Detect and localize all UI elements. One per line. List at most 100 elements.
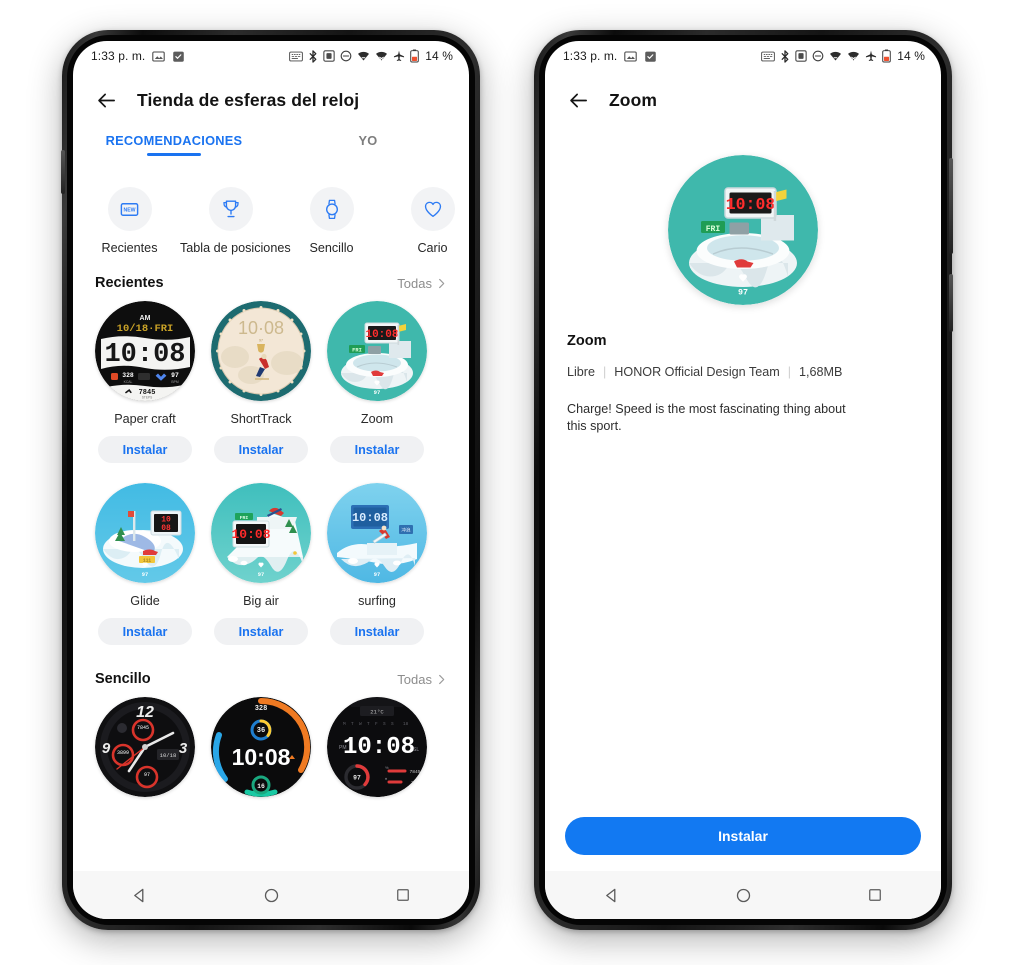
category-recientes[interactable]: NEW Recientes [79, 187, 180, 255]
install-button[interactable]: Instalar [565, 817, 921, 855]
svg-text:10:08: 10:08 [726, 195, 776, 214]
status-bar-left-group: 1:33 p. m. [91, 49, 185, 63]
watchface-card[interactable]: 10 08 111 97 Glide Instalar [87, 483, 203, 645]
svg-text:10/18·FRI: 10/18·FRI [117, 323, 174, 335]
category-cario[interactable]: Cario [382, 187, 469, 255]
svg-text:10:08: 10:08 [365, 329, 398, 341]
category-strip[interactable]: NEW Recientes Tabla de posiciones Sencil… [73, 173, 469, 261]
watchface-card[interactable]: 10:08 FRI 97 [203, 483, 319, 645]
phone-left: 1:33 p. m. 14 % Tienda de esferas del re… [61, 30, 480, 930]
category-label: Tabla de posiciones [180, 241, 291, 255]
watchface-name: Big air [243, 594, 279, 608]
svg-text:FRI: FRI [706, 225, 721, 234]
watchface-preview-zoom[interactable]: 10:08 FRI 97 [327, 301, 427, 401]
detail-price: Libre [567, 365, 596, 379]
svg-text:97: 97 [353, 775, 361, 782]
svg-text:9: 9 [102, 740, 111, 757]
see-all-label: Todas [397, 671, 432, 687]
section-see-all-sencillo[interactable]: Todas [397, 672, 447, 687]
chevron-right-icon [439, 674, 445, 684]
install-button[interactable]: Instalar [98, 436, 192, 463]
install-button[interactable]: Instalar [330, 618, 424, 645]
heart-icon [410, 187, 455, 231]
back-arrow-icon[interactable] [93, 87, 119, 113]
install-button[interactable]: Instalar [98, 618, 192, 645]
screen-left: 1:33 p. m. 14 % Tienda de esferas del re… [73, 41, 469, 919]
watchface-preview-digital-dash[interactable]: 21°C MTW TFS S 18 10:08 PM SL 97 % ♦ 784… [327, 697, 427, 797]
tab-recomendaciones[interactable]: RECOMENDACIONES [77, 129, 271, 148]
home-circle-icon[interactable] [254, 878, 288, 912]
new-badge-icon: NEW [107, 187, 152, 231]
page-title: Tienda de esferas del reloj [137, 89, 360, 110]
category-tabla-de-posiciones[interactable]: Tabla de posiciones [180, 187, 291, 255]
watchface-preview-surfing[interactable]: 10:08 冲浪 97 [327, 483, 427, 583]
install-button[interactable]: Instalar [214, 436, 308, 463]
watchface-row-1: AM 10/18·FRI 10:08 328 KCAL 97 BPM 7845 … [73, 301, 469, 463]
recents-square-icon[interactable] [386, 878, 420, 912]
volume-button-right[interactable] [949, 158, 953, 254]
category-label: Sencillo [309, 241, 354, 255]
dnd-icon [340, 50, 352, 62]
shield-check-icon [644, 50, 657, 63]
svg-text:36: 36 [257, 727, 265, 735]
watchface-card[interactable]: 10·08 97 ShortTrack Instalar [203, 301, 319, 463]
svg-text:97: 97 [258, 572, 264, 578]
watchface-preview-papercraft[interactable]: AM 10/18·FRI 10:08 328 KCAL 97 BPM 7845 … [95, 301, 195, 401]
battery-icon [410, 49, 420, 63]
back-arrow-icon[interactable] [565, 87, 591, 113]
watchface-preview-analog-dark[interactable]: 12 3 9 7845 3899 97 10/18 [95, 697, 195, 797]
watchface-preview-glide[interactable]: 10 08 111 97 [95, 483, 195, 583]
signal-icon [847, 51, 860, 62]
nfc-icon [289, 51, 304, 62]
install-button-wrap: Instalar [545, 817, 941, 871]
svg-text:328: 328 [122, 372, 134, 379]
watchface-card[interactable]: 21°C MTW TFS S 18 10:08 PM SL 97 % ♦ 784… [319, 697, 435, 808]
meta-separator: | [787, 365, 791, 379]
battery-level: 14 % [425, 49, 453, 63]
home-circle-icon[interactable] [726, 878, 760, 912]
watchface-card[interactable]: 10:08 FRI 97 [319, 301, 435, 463]
svg-text:S: S [391, 722, 394, 727]
wifi-icon [829, 51, 842, 62]
power-button-right[interactable] [949, 274, 953, 332]
status-bar-left: 1:33 p. m. 14 % [73, 41, 469, 71]
status-bar-right: 1:33 p. m. 14 % [545, 41, 941, 71]
svg-text:97: 97 [144, 772, 150, 778]
svg-text:97: 97 [738, 288, 748, 298]
watchface-card[interactable]: AM 10/18·FRI 10:08 328 KCAL 97 BPM 7845 … [87, 301, 203, 463]
svg-text:T: T [367, 722, 370, 727]
detail-title: Zoom [567, 333, 607, 349]
watchface-hero-preview-zoom[interactable]: 10:08 FRI 97 [668, 155, 818, 305]
watchface-card[interactable]: 10:08 冲浪 97 surfing Instalar [319, 483, 435, 645]
install-button[interactable]: Instalar [214, 618, 308, 645]
detail-meta: Libre | HONOR Official Design Team | 1,6… [545, 349, 941, 379]
airplane-icon [393, 50, 405, 62]
svg-text:PM: PM [339, 745, 347, 751]
back-triangle-icon[interactable] [594, 878, 628, 912]
watchface-name: Glide [130, 594, 160, 608]
status-bar-right-group: 14 % [289, 49, 453, 63]
watchface-preview-bigair[interactable]: 10:08 FRI 97 [211, 483, 311, 583]
watchface-card[interactable]: 12 3 9 7845 3899 97 10/18 [87, 697, 203, 808]
svg-text:3: 3 [179, 740, 188, 757]
svg-text:S: S [383, 722, 386, 727]
watchface-preview-shorttrack[interactable]: 10·08 97 [211, 301, 311, 401]
watchface-row-3: 12 3 9 7845 3899 97 10/18 328 36 10:08 1… [73, 697, 469, 808]
recents-square-icon[interactable] [858, 878, 892, 912]
shield-check-icon [172, 50, 185, 63]
watchface-card[interactable]: 328 36 10:08 16 [203, 697, 319, 808]
svg-text:18: 18 [403, 722, 409, 727]
back-triangle-icon[interactable] [122, 878, 156, 912]
section-header-recientes: Recientes Todas [73, 261, 469, 301]
power-button-left[interactable] [61, 150, 65, 194]
install-button[interactable]: Instalar [330, 436, 424, 463]
category-sencillo[interactable]: Sencillo [281, 187, 382, 255]
content-scroll-area[interactable]: NEW Recientes Tabla de posiciones Sencil… [73, 173, 469, 871]
watch-icon [309, 187, 354, 231]
section-see-all-recientes[interactable]: Todas [397, 276, 447, 291]
watchface-row-2: 10 08 111 97 Glide Instalar 10:08 FRI 97… [73, 483, 469, 645]
hero-wrap: 10:08 FRI 97 [545, 129, 941, 323]
watchface-preview-digital-rings[interactable]: 328 36 10:08 16 [211, 697, 311, 797]
svg-text:7845: 7845 [409, 769, 420, 775]
tab-yo[interactable]: YO [271, 129, 465, 148]
